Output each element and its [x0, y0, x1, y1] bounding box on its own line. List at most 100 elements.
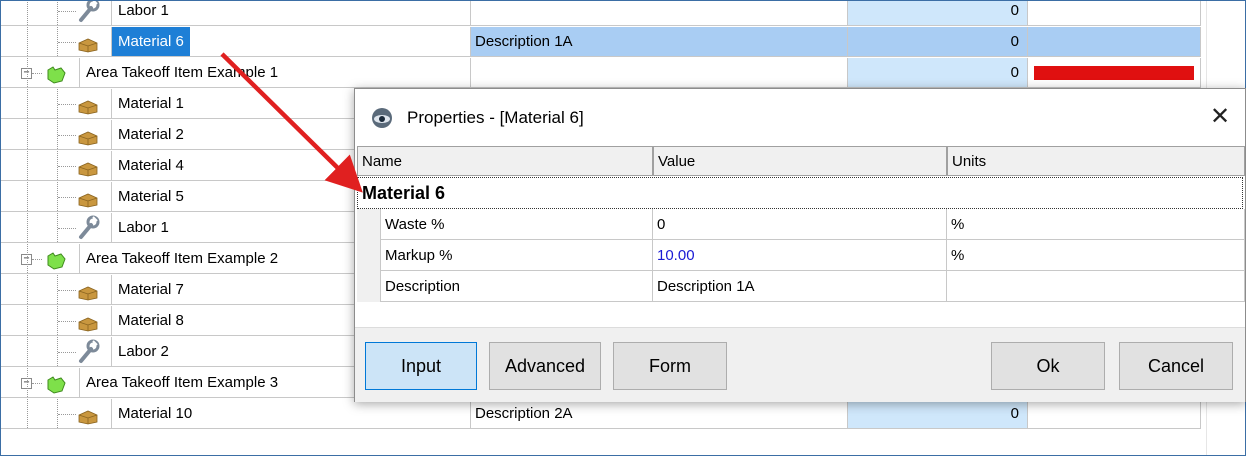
property-value[interactable]: 0 [653, 209, 947, 240]
tree-connector [27, 120, 28, 149]
item-name[interactable]: Labor 1 [111, 213, 175, 242]
tree-connector [27, 58, 28, 87]
box-icon [77, 96, 99, 118]
item-name[interactable]: Area Takeoff Item Example 1 [79, 58, 284, 87]
tree-connector [58, 42, 76, 43]
wrench-icon [77, 339, 101, 366]
property-value[interactable]: 10.00 [653, 240, 947, 271]
item-name[interactable]: Area Takeoff Item Example 3 [79, 368, 284, 397]
property-row[interactable]: Markup % 10.00% [357, 240, 1245, 271]
item-name[interactable]: Material 10 [111, 399, 198, 428]
tree-row[interactable]: Material 6 Description 1A 0 [1, 27, 1201, 58]
dialog-titlebar[interactable]: Properties - [Material 6] ✕ [355, 89, 1245, 145]
item-name[interactable]: Material 1 [111, 89, 190, 118]
property-row[interactable]: Description Description 1A [357, 271, 1245, 302]
form-button[interactable]: Form [613, 342, 727, 390]
name-cell[interactable]: Material 10 [1, 399, 471, 429]
name-cell[interactable]: Material 6 [1, 27, 471, 57]
color-cell[interactable] [1028, 399, 1201, 429]
area-icon [45, 375, 67, 397]
property-name: Markup % [381, 240, 653, 271]
tree-row[interactable]: − Area Takeoff Item Example 1 0 [1, 58, 1201, 89]
box-icon [77, 34, 99, 56]
tree-connector [27, 151, 28, 180]
tree-connector [27, 244, 28, 273]
tree-connector [58, 321, 76, 322]
description-cell[interactable]: Description 1A [471, 27, 848, 57]
column-header-name[interactable]: Name [357, 146, 653, 176]
row-gutter [357, 240, 381, 271]
tree-row[interactable]: Material 10 Description 2A 0 [1, 399, 1201, 430]
color-cell[interactable] [1028, 1, 1201, 26]
column-header-value[interactable]: Value [653, 146, 947, 176]
item-name[interactable]: Material 4 [111, 151, 190, 180]
box-icon [77, 189, 99, 211]
property-value[interactable]: Description 1A [653, 271, 947, 302]
dialog-title: Properties - [Material 6] [407, 108, 584, 127]
item-name[interactable]: Material 2 [111, 120, 190, 149]
tree-connector [27, 27, 28, 56]
tree-connector [58, 135, 76, 136]
tree-connector [27, 182, 28, 211]
tree-connector [27, 337, 28, 366]
quantity-cell[interactable]: 0 [848, 1, 1028, 26]
tree-connector [27, 1, 28, 25]
column-header-units[interactable]: Units [947, 146, 1245, 176]
name-cell[interactable]: Labor 1 [1, 1, 471, 26]
wrench-icon [77, 215, 101, 242]
ok-button[interactable]: Ok [991, 342, 1105, 390]
close-icon[interactable]: ✕ [1201, 99, 1239, 135]
wrench-icon [77, 1, 101, 25]
tree-connector [58, 352, 76, 353]
item-name[interactable]: Labor 2 [111, 337, 175, 366]
input-button[interactable]: Input [365, 342, 477, 390]
properties-dialog: Properties - [Material 6] ✕ Name Value U… [354, 88, 1246, 402]
row-gutter [357, 271, 381, 302]
description-cell[interactable]: Description 2A [471, 399, 848, 429]
description-cell[interactable] [471, 58, 848, 88]
box-icon [77, 158, 99, 180]
tree-connector [27, 368, 28, 397]
tree-connector [58, 104, 76, 105]
tree-connector [58, 228, 76, 229]
color-cell[interactable] [1028, 58, 1201, 88]
item-name[interactable]: Material 5 [111, 182, 190, 211]
description-cell[interactable] [471, 1, 848, 26]
tree-connector [27, 306, 28, 335]
item-name[interactable]: Material 6 [111, 27, 190, 56]
property-units [947, 271, 1245, 302]
property-category[interactable]: Material 6 [357, 177, 1243, 209]
quantity-cell[interactable]: 0 [848, 58, 1028, 88]
tree-connector [32, 73, 42, 74]
box-icon [77, 313, 99, 335]
box-icon [77, 127, 99, 149]
item-name[interactable]: Area Takeoff Item Example 2 [79, 244, 284, 273]
quantity-cell[interactable]: 0 [848, 27, 1028, 57]
property-name: Description [381, 271, 653, 302]
dialog-button-bar: Input Advanced Form Ok Cancel [355, 327, 1245, 402]
advanced-button[interactable]: Advanced [489, 342, 601, 390]
name-cell[interactable]: − Area Takeoff Item Example 1 [1, 58, 471, 88]
tree-connector [58, 166, 76, 167]
tree-connector [58, 290, 76, 291]
tree-row[interactable]: Labor 1 0 [1, 1, 1201, 27]
item-name[interactable]: Material 8 [111, 306, 190, 335]
property-units: % [947, 209, 1245, 240]
color-cell[interactable] [1028, 27, 1201, 57]
property-units: % [947, 240, 1245, 271]
tree-connector [27, 89, 28, 118]
row-gutter [357, 209, 381, 240]
area-icon [45, 65, 67, 87]
quantity-cell[interactable]: 0 [848, 399, 1028, 429]
tree-connector [58, 11, 76, 12]
app-logo-icon [371, 107, 393, 133]
item-name[interactable]: Material 7 [111, 275, 190, 304]
tree-connector [58, 197, 76, 198]
cancel-button[interactable]: Cancel [1119, 342, 1233, 390]
tree-connector [32, 259, 42, 260]
color-swatch [1034, 66, 1194, 80]
item-name[interactable]: Labor 1 [111, 1, 175, 25]
property-row[interactable]: Waste % 0% [357, 209, 1245, 240]
area-icon [45, 251, 67, 273]
tree-connector [32, 383, 42, 384]
